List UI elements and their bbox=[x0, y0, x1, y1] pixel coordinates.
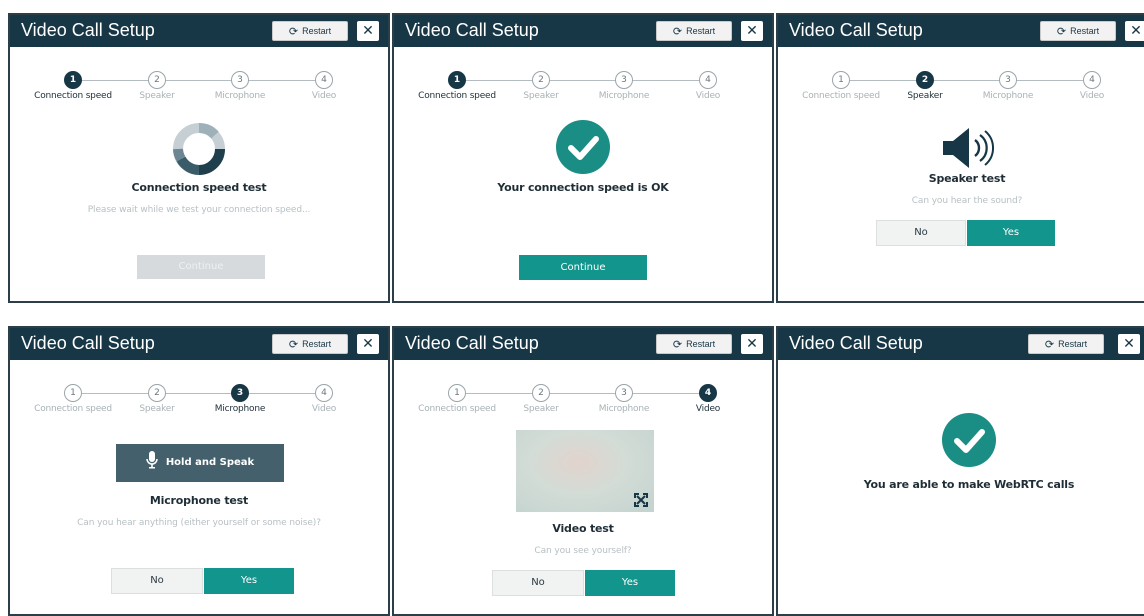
no-button[interactable]: No bbox=[492, 570, 584, 596]
microphone-test-heading: Microphone test bbox=[149, 494, 249, 507]
microphone-question: Can you hear anything (either yourself o… bbox=[77, 518, 321, 528]
no-button[interactable]: No bbox=[876, 220, 966, 246]
close-button[interactable]: ✕ bbox=[1118, 334, 1140, 354]
panel-header: Video Call Setup ⟳ Restart ✕ bbox=[778, 328, 1144, 360]
panel-title: Video Call Setup bbox=[405, 333, 539, 353]
close-button[interactable]: ✕ bbox=[357, 334, 379, 354]
step-speaker: 2 Speaker bbox=[117, 71, 197, 102]
step-video: 4 Video bbox=[668, 384, 748, 415]
close-icon: ✕ bbox=[746, 336, 758, 352]
step-speaker: 2 Speaker bbox=[117, 384, 197, 415]
checkmark-icon bbox=[394, 119, 772, 179]
step-microphone: 3 Microphone bbox=[584, 384, 664, 415]
restart-button[interactable]: ⟳ Restart bbox=[656, 334, 732, 354]
connection-speed-test-heading: Connection speed test bbox=[131, 181, 267, 194]
continue-button[interactable]: Continue bbox=[137, 255, 265, 279]
close-button[interactable]: ✕ bbox=[357, 21, 379, 41]
no-button[interactable]: No bbox=[111, 568, 203, 594]
restart-icon: ⟳ bbox=[1056, 26, 1067, 38]
panel-header: Video Call Setup ⟳ Restart ✕ bbox=[778, 15, 1144, 47]
panel-title: Video Call Setup bbox=[21, 333, 155, 353]
stepper: 1 Connection speed 2 Speaker 3 Microphone 4… bbox=[778, 47, 1144, 117]
close-button[interactable]: ✕ bbox=[741, 21, 763, 41]
close-icon: ✕ bbox=[746, 23, 758, 39]
step-speaker: 2 Speaker bbox=[501, 384, 581, 415]
step-microphone: 3 Microphone bbox=[200, 384, 280, 415]
step-connection-speed: 1 Connection speed bbox=[33, 384, 113, 415]
restart-button[interactable]: ⟳ Restart bbox=[1028, 334, 1104, 354]
webrtc-success-heading: You are able to make WebRTC calls bbox=[863, 478, 1075, 491]
close-button[interactable]: ✕ bbox=[1125, 21, 1144, 41]
setup-panel-video: Video Call Setup ⟳ Restart ✕ 1 Connection … bbox=[392, 326, 774, 616]
fullscreen-icon[interactable] bbox=[634, 493, 648, 507]
step-speaker: 2 Speaker bbox=[885, 71, 965, 102]
close-icon: ✕ bbox=[1130, 23, 1142, 39]
stepper: 1 Connection speed 2 Speaker 3 Microphone 4… bbox=[394, 47, 772, 117]
video-preview bbox=[516, 430, 654, 512]
stepper: 1 Connection speed 2 Speaker 3 Microphone 4… bbox=[10, 360, 388, 430]
panel-header: Video Call Setup ⟳ Restart ✕ bbox=[394, 15, 772, 47]
step-video: 4 Video bbox=[284, 384, 364, 415]
step-connection-speed: 1 Connection speed bbox=[33, 71, 113, 102]
restart-icon: ⟳ bbox=[288, 26, 299, 38]
step-speaker: 2 Speaker bbox=[501, 71, 581, 102]
spinner-icon bbox=[10, 121, 388, 181]
restart-button[interactable]: ⟳ Restart bbox=[272, 21, 348, 41]
checkmark-icon bbox=[778, 412, 1144, 472]
speaker-question: Can you hear the sound? bbox=[911, 196, 1023, 206]
panel-title: Video Call Setup bbox=[789, 20, 923, 40]
step-video: 4 Video bbox=[1052, 71, 1132, 102]
stepper: 1 Connection speed 2 Speaker 3 Microphone 4… bbox=[10, 47, 388, 117]
panel-header: Video Call Setup ⟳ Restart ✕ bbox=[10, 15, 388, 47]
setup-panel-connection-ok: Video Call Setup ⟳ Restart ✕ 1 Connection … bbox=[392, 13, 774, 303]
restart-icon: ⟳ bbox=[288, 339, 299, 351]
close-icon: ✕ bbox=[362, 336, 374, 352]
yes-button[interactable]: Yes bbox=[585, 570, 675, 596]
panel-title: Video Call Setup bbox=[21, 20, 155, 40]
step-microphone: 3 Microphone bbox=[968, 71, 1048, 102]
close-icon: ✕ bbox=[1123, 336, 1135, 352]
step-connection-speed: 1 Connection speed bbox=[417, 384, 497, 415]
restart-button[interactable]: ⟳ Restart bbox=[272, 334, 348, 354]
restart-icon: ⟳ bbox=[1044, 339, 1055, 351]
restart-button[interactable]: ⟳ Restart bbox=[1040, 21, 1116, 41]
speaker-icon bbox=[778, 125, 1144, 175]
video-question: Can you see yourself? bbox=[534, 546, 632, 556]
panel-header: Video Call Setup ⟳ Restart ✕ bbox=[10, 328, 388, 360]
hold-and-speak-button[interactable]: Hold and Speak bbox=[116, 444, 284, 482]
setup-panel-speaker: Video Call Setup ⟳ Restart ✕ 1 Connection … bbox=[776, 13, 1144, 303]
close-icon: ✕ bbox=[362, 23, 374, 39]
restart-icon: ⟳ bbox=[672, 339, 683, 351]
speaker-test-heading: Speaker test bbox=[928, 172, 1006, 185]
step-video: 4 Video bbox=[668, 71, 748, 102]
setup-panel-microphone: Video Call Setup ⟳ Restart ✕ 1 Connection … bbox=[8, 326, 390, 616]
close-button[interactable]: ✕ bbox=[741, 334, 763, 354]
yes-button[interactable]: Yes bbox=[204, 568, 294, 594]
microphone-icon bbox=[146, 451, 158, 469]
panel-title: Video Call Setup bbox=[789, 333, 923, 353]
step-connection-speed: 1 Connection speed bbox=[801, 71, 881, 102]
yes-button[interactable]: Yes bbox=[967, 220, 1055, 246]
step-video: 4 Video bbox=[284, 71, 364, 102]
step-microphone: 3 Microphone bbox=[584, 71, 664, 102]
restart-icon: ⟳ bbox=[672, 26, 683, 38]
connection-ok-heading: Your connection speed is OK bbox=[497, 181, 669, 194]
setup-panel-connection-testing: Video Call Setup ⟳ Restart ✕ 1 Connection … bbox=[8, 13, 390, 303]
stepper: 1 Connection speed 2 Speaker 3 Microphone 4… bbox=[394, 360, 772, 430]
connection-wait-text: Please wait while we test your connectio… bbox=[87, 205, 311, 215]
continue-button[interactable]: Continue bbox=[519, 255, 647, 280]
restart-button[interactable]: ⟳ Restart bbox=[656, 21, 732, 41]
step-microphone: 3 Microphone bbox=[200, 71, 280, 102]
video-test-heading: Video test bbox=[552, 522, 614, 535]
panel-title: Video Call Setup bbox=[405, 20, 539, 40]
step-connection-speed: 1 Connection speed bbox=[417, 71, 497, 102]
setup-panel-complete: Video Call Setup ⟳ Restart ✕ You are able… bbox=[776, 326, 1144, 616]
panel-header: Video Call Setup ⟳ Restart ✕ bbox=[394, 328, 772, 360]
